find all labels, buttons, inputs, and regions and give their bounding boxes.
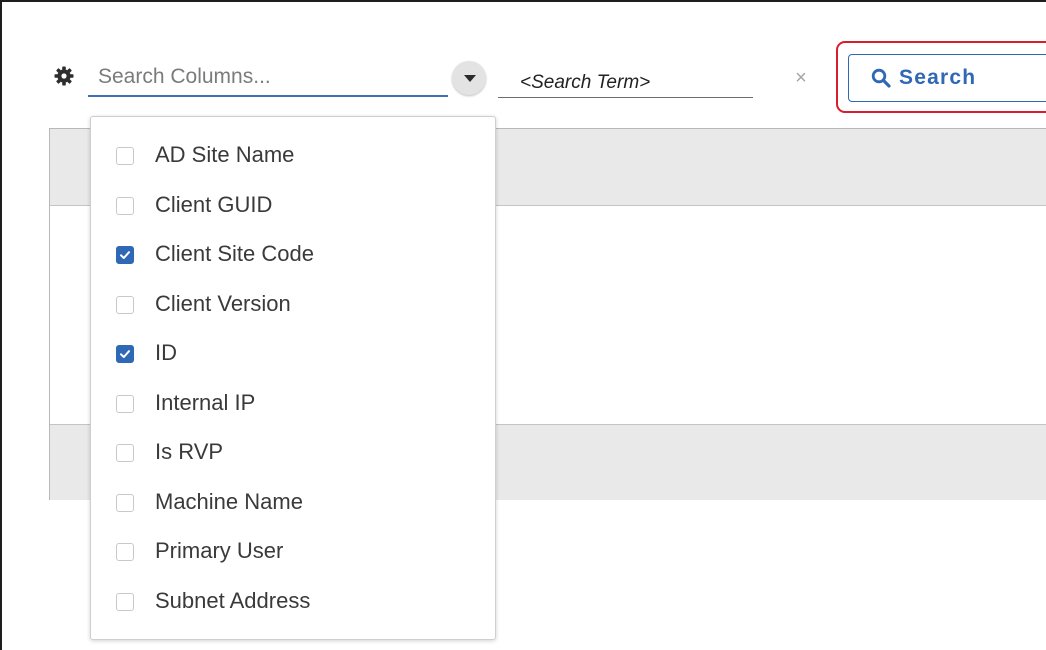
- checkbox[interactable]: [116, 543, 134, 561]
- column-option-label: Primary User: [155, 538, 284, 563]
- search-term-input[interactable]: <Search Term>: [498, 62, 753, 98]
- checkbox[interactable]: [116, 147, 134, 165]
- column-option-label: Client Site Code: [155, 241, 314, 266]
- app-window: Search Columns... <Search Term> × Search…: [0, 0, 1046, 650]
- column-option[interactable]: Primary User: [115, 531, 475, 571]
- search-term-placeholder: <Search Term>: [520, 72, 651, 93]
- checkbox[interactable]: [116, 444, 134, 462]
- column-search-input[interactable]: Search Columns...: [88, 57, 448, 97]
- checkbox[interactable]: [116, 196, 134, 215]
- close-icon[interactable]: ×: [789, 64, 813, 92]
- column-option-label: Is RVP: [155, 439, 224, 464]
- checkbox[interactable]: [116, 295, 134, 314]
- gear-icon[interactable]: [54, 66, 74, 86]
- checkbox[interactable]: [116, 592, 134, 611]
- checkmark-icon: [120, 251, 130, 259]
- column-option[interactable]: Internal IP: [115, 383, 475, 423]
- column-option[interactable]: Client Version: [115, 284, 475, 324]
- column-option-label: Client GUID: [155, 191, 273, 217]
- column-option-label: Client Version: [155, 290, 291, 316]
- column-option-label: Subnet Address: [155, 587, 311, 613]
- search-button[interactable]: Search: [848, 54, 1046, 102]
- checkbox[interactable]: [116, 394, 134, 413]
- column-option[interactable]: Client Site Code: [115, 234, 475, 274]
- checkbox[interactable]: [116, 493, 134, 512]
- column-option[interactable]: Subnet Address: [115, 581, 475, 621]
- column-option-label: Machine Name: [155, 488, 303, 514]
- checkbox-checked[interactable]: [116, 345, 134, 363]
- column-option[interactable]: Machine Name: [115, 482, 475, 522]
- search-icon: [871, 68, 891, 88]
- column-option[interactable]: Client GUID: [115, 185, 475, 225]
- checkmark-icon: [120, 350, 130, 358]
- column-option[interactable]: AD Site Name: [115, 135, 475, 175]
- column-option-label: Internal IP: [155, 389, 256, 415]
- column-option[interactable]: ID: [115, 333, 475, 373]
- search-button-label: Search: [899, 66, 977, 89]
- caret-down-icon: [464, 75, 476, 82]
- column-search-placeholder: Search Columns...: [98, 65, 271, 88]
- column-dropdown-button[interactable]: [452, 61, 486, 95]
- column-option-label: ID: [155, 340, 177, 365]
- checkbox-checked[interactable]: [116, 246, 134, 264]
- column-option-label: AD Site Name: [155, 142, 295, 167]
- column-dropdown-menu: AD Site Name Client GUID Client Site Code C…: [90, 116, 496, 640]
- column-option[interactable]: Is RVP: [115, 432, 475, 472]
